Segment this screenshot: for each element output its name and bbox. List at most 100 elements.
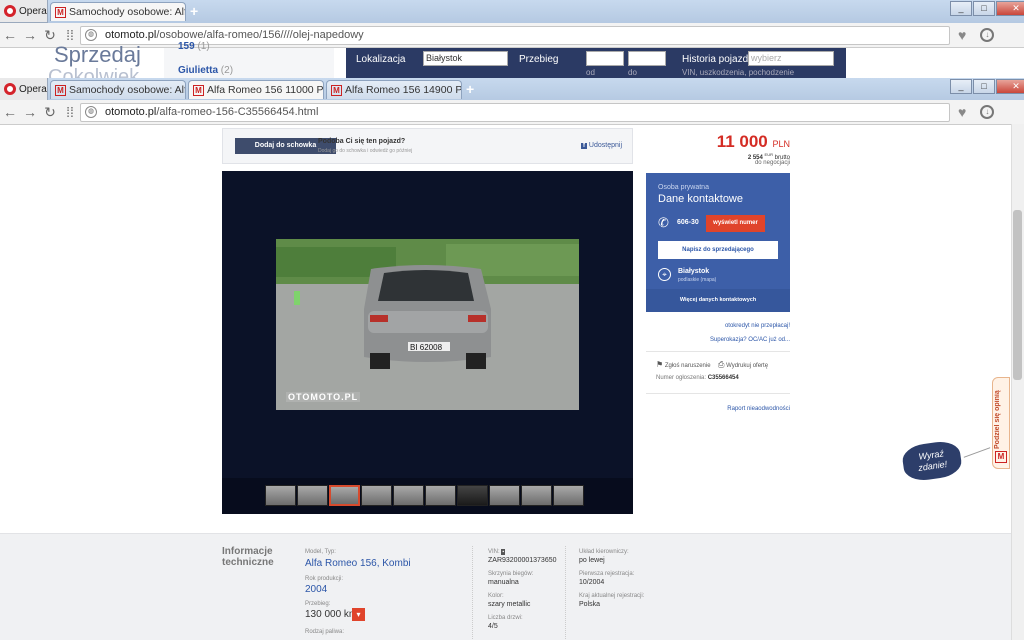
back-tab-1[interactable]: MSamochody osobowe: Alfa✕ [50,2,186,21]
side-item-159[interactable]: 159 (1) [178,41,210,52]
model-value[interactable]: Alfa Romeo 156, Kombi [305,558,411,569]
more-contact-data-button[interactable]: Więcej danych kontaktowych [646,289,790,312]
back-arrow-icon[interactable]: ← [0,104,20,120]
filter-mileage-label: Przebieg [519,54,559,65]
doors-value: 4/5 [488,623,498,630]
phone-icon: ✆ [658,215,669,230]
filter-history-select[interactable]: wybierz [748,51,834,66]
maximize-icon[interactable]: □ [973,79,995,94]
opera-icon [4,5,16,17]
thumbnail[interactable] [297,485,328,506]
seller-type: Osoba prywatna [658,184,709,191]
maximize-icon[interactable]: □ [973,1,995,16]
window-controls: _ □ ✕ [950,79,1024,94]
filter-mileage-to[interactable] [628,51,666,66]
reload-icon[interactable]: ↻ [40,104,60,121]
tab-1[interactable]: MSamochody osobowe: Alfa✕ [50,80,186,99]
tab-title: Alfa Romeo 156 11000 PLN [207,84,324,96]
share-opinion-tab[interactable]: Podziel się opinią M [992,377,1010,469]
license-plate: BI 62008 [410,343,443,352]
back-opera-menu-button[interactable]: Opera [0,0,48,23]
new-tab-icon[interactable]: + [190,3,198,19]
seller-region[interactable]: podlaskie (mapa) [678,277,716,283]
back-window-controls: _ □ ✕ [950,1,1024,16]
opera-label: Opera [19,83,47,95]
steering-label: Układ kierowniczy: [579,549,629,555]
opera-menu-button[interactable]: Opera [0,78,48,101]
country-label: Kraj aktualnej rejestracji: [579,593,645,599]
tab-2[interactable]: MAlfa Romeo 156 11000 PLN✕ [188,80,324,99]
url-field[interactable]: ◍ otomoto.pl/alfa-romeo-156-C35566454.htm… [80,102,950,122]
mileage-value: 130 000 km [305,609,358,620]
year-value[interactable]: 2004 [305,584,327,595]
country-value: Polska [579,601,601,608]
filter-history-label: Historia pojazdu [682,54,754,65]
minimize-icon[interactable]: _ [950,1,972,16]
url-path: /osobowe/alfa-romeo/156////olej-napedowy [156,29,364,41]
report-abuse-link[interactable]: ⚑ Zgłoś naruszenie [656,360,711,369]
minimize-icon[interactable]: _ [950,79,972,94]
thumbnail[interactable] [361,485,392,506]
tab-title: Samochody osobowe: Alfa [69,6,186,18]
price-currency: PLN [772,139,790,149]
forward-arrow-icon[interactable]: → [20,104,40,120]
gearbox-value: manualna [488,579,519,586]
feedback-badge[interactable]: Wyraź zdanie! [900,439,964,483]
tab-bar: Opera MSamochody osobowe: Alfa✕ MAlfa Ro… [0,78,1024,101]
to-label: do [628,68,637,77]
thumbnail[interactable] [553,485,584,506]
fuel-label: Rodzaj paliwa: [305,629,345,635]
forward-arrow-icon[interactable]: → [20,27,40,43]
contact-title: Dane kontaktowe [658,193,743,205]
thumbnail[interactable] [489,485,520,506]
share-opinion-label: Podziel się opinią [994,390,1001,449]
insurance-link[interactable]: Superokazja? OC/AC już od... [710,337,790,343]
color-label: Kolor: [488,593,504,599]
vertical-scrollbar[interactable] [1011,124,1024,640]
bookmark-heart-icon[interactable]: ♥ [958,104,966,120]
write-to-seller-button[interactable]: Napisz do sprzedającego [658,241,778,259]
back-url-field[interactable]: ◍ otomoto.pl/osobowe/alfa-romeo/156////ol… [80,25,950,45]
close-window-icon[interactable]: ✕ [996,79,1024,94]
mileage-chart-icon[interactable]: ▾ [352,608,365,621]
scrollbar-thumb[interactable] [1013,210,1022,380]
otomoto-favicon-icon: M [193,84,204,96]
vin-value: ZAR93200001373650 [488,557,557,564]
car-photo-drawing: BI 62008 [276,239,579,410]
share-link[interactable]: f Udostępnij [580,142,622,149]
site-logo: Sprzedaj [54,42,141,67]
model-label: Model, Typ: [305,549,336,555]
tab-title: Samochody osobowe: Alfa [69,84,186,96]
thumbnail[interactable] [457,485,488,506]
tab-3[interactable]: MAlfa Romeo 156 14900 PLN✕ [326,80,462,99]
report-mistake-link[interactable]: Raport nieaodwodności [727,406,790,412]
thumbnail[interactable] [393,485,424,506]
address-bar: ← → ↻ ⁞⁞ ◍ otomoto.pl/alfa-romeo-156-C355… [0,100,1024,125]
thumbnail[interactable] [425,485,456,506]
print-offer-link[interactable]: ⎙ Wydrukuj ofertę [718,360,768,370]
reload-icon[interactable]: ↻ [40,27,60,44]
download-icon[interactable]: ↓ [980,28,995,42]
filter-history-hint: VIN, uszkodzenia, pochodzenie [682,68,795,77]
speed-dial-icon[interactable]: ⁞⁞ [60,104,80,120]
main-photo[interactable]: BI 62008 OTOMOTO.PL [276,239,579,410]
close-window-icon[interactable]: ✕ [996,1,1024,16]
back-arrow-icon[interactable]: ← [0,27,20,43]
thumbnail[interactable] [265,485,296,506]
facebook-icon: f [580,143,587,149]
show-number-button[interactable]: wyświetl numer [706,215,765,232]
new-tab-icon[interactable]: + [466,81,474,97]
negotiable-label: do negocjacji [754,160,790,166]
otomoto-favicon-icon: M [55,6,66,18]
opera-label: Opera [19,5,47,17]
download-icon[interactable]: ↓ [980,105,995,119]
filter-mileage-from[interactable] [586,51,624,66]
side-item-giulietta[interactable]: Giulietta (2) [178,65,233,76]
filter-location-input[interactable]: Białystok [423,51,508,66]
bookmark-heart-icon[interactable]: ♥ [958,27,966,43]
thumbnail[interactable] [521,485,552,506]
credit-link[interactable]: otokredyt nie przepłacaj! [725,323,790,329]
save-panel: Dodaj do schowka Podoba Ci się ten pojaz… [222,128,633,164]
speed-dial-icon[interactable]: ⁞⁞ [60,27,80,43]
thumbnail-selected[interactable] [329,485,360,506]
